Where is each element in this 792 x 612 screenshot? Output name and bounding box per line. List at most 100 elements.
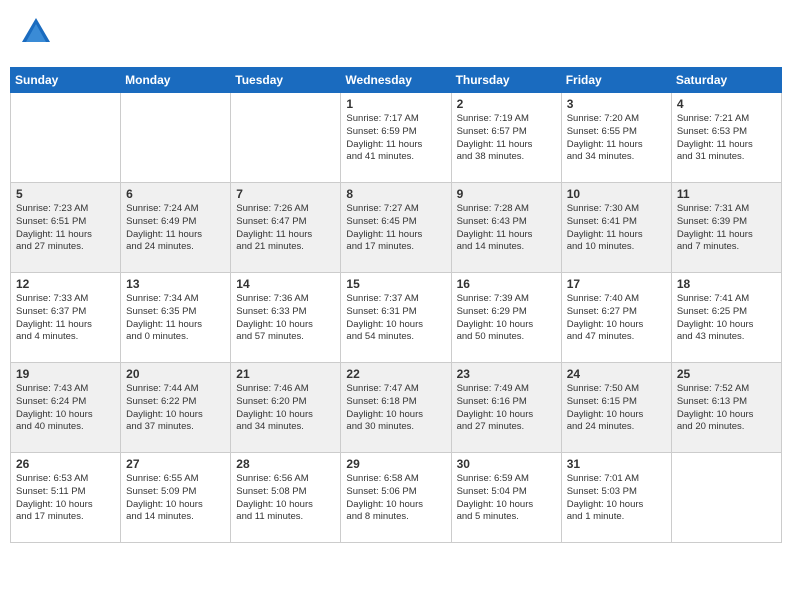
day-number: 7 <box>236 187 335 201</box>
page: SundayMondayTuesdayWednesdayThursdayFrid… <box>0 0 792 553</box>
calendar-cell: 31Sunrise: 7:01 AM Sunset: 5:03 PM Dayli… <box>561 453 671 543</box>
calendar-cell: 28 Sunrise: 6:56 AM Sunset: 5:08 PM Dayli… <box>231 453 341 543</box>
week-row-5: 26 Sunrise: 6:53 AM Sunset: 5:11 PM Dayli… <box>11 453 782 543</box>
day-info: Sunrise: 7:17 AM Sunset: 6:59 PM Dayligh… <box>346 113 445 164</box>
day-number: 27 <box>126 457 225 471</box>
calendar-cell: 2 Sunrise: 7:19 AM Sunset: 6:57 PM Daylig… <box>451 93 561 183</box>
calendar: SundayMondayTuesdayWednesdayThursdayFrid… <box>10 67 782 543</box>
day-number: 4 <box>677 97 776 111</box>
day-number: 1 <box>346 97 445 111</box>
day-number: 5 <box>16 187 115 201</box>
calendar-cell: 30 Sunrise: 6:59 AM Sunset: 5:04 PM Dayli… <box>451 453 561 543</box>
calendar-cell: 1 Sunrise: 7:17 AM Sunset: 6:59 PM Daylig… <box>341 93 451 183</box>
day-number: 23 <box>457 367 556 381</box>
day-info: Sunrise: 7:44 AM Sunset: 6:22 PM Dayligh… <box>126 383 225 434</box>
calendar-cell: 12 Sunrise: 7:33 AM Sunset: 6:37 PM Dayli… <box>11 273 121 363</box>
weekday-header-row: SundayMondayTuesdayWednesdayThursdayFrid… <box>11 68 782 93</box>
day-info: Sunrise: 7:01 AM Sunset: 5:03 PM Dayligh… <box>567 473 666 524</box>
logo-image <box>18 14 54 55</box>
calendar-cell: 11Sunrise: 7:31 AM Sunset: 6:39 PM Dayli… <box>671 183 781 273</box>
day-number: 19 <box>16 367 115 381</box>
day-info: Sunrise: 7:23 AM Sunset: 6:51 PM Dayligh… <box>16 203 115 254</box>
week-row-1: 1 Sunrise: 7:17 AM Sunset: 6:59 PM Daylig… <box>11 93 782 183</box>
day-info: Sunrise: 7:33 AM Sunset: 6:37 PM Dayligh… <box>16 293 115 344</box>
day-info: Sunrise: 7:30 AM Sunset: 6:41 PM Dayligh… <box>567 203 666 254</box>
day-info: Sunrise: 7:28 AM Sunset: 6:43 PM Dayligh… <box>457 203 556 254</box>
calendar-cell: 13 Sunrise: 7:34 AM Sunset: 6:35 PM Dayli… <box>121 273 231 363</box>
day-info: Sunrise: 7:52 AM Sunset: 6:13 PM Dayligh… <box>677 383 776 434</box>
day-info: Sunrise: 7:36 AM Sunset: 6:33 PM Dayligh… <box>236 293 335 344</box>
calendar-cell: 10 Sunrise: 7:30 AM Sunset: 6:41 PM Dayli… <box>561 183 671 273</box>
calendar-cell: 23 Sunrise: 7:49 AM Sunset: 6:16 PM Dayli… <box>451 363 561 453</box>
day-info: Sunrise: 7:21 AM Sunset: 6:53 PM Dayligh… <box>677 113 776 164</box>
day-info: Sunrise: 7:20 AM Sunset: 6:55 PM Dayligh… <box>567 113 666 164</box>
day-number: 26 <box>16 457 115 471</box>
day-info: Sunrise: 6:59 AM Sunset: 5:04 PM Dayligh… <box>457 473 556 524</box>
day-number: 22 <box>346 367 445 381</box>
weekday-header-tuesday: Tuesday <box>231 68 341 93</box>
day-number: 12 <box>16 277 115 291</box>
day-number: 28 <box>236 457 335 471</box>
day-info: Sunrise: 7:41 AM Sunset: 6:25 PM Dayligh… <box>677 293 776 344</box>
day-info: Sunrise: 7:43 AM Sunset: 6:24 PM Dayligh… <box>16 383 115 434</box>
day-number: 24 <box>567 367 666 381</box>
week-row-3: 12 Sunrise: 7:33 AM Sunset: 6:37 PM Dayli… <box>11 273 782 363</box>
day-number: 13 <box>126 277 225 291</box>
day-info: Sunrise: 7:24 AM Sunset: 6:49 PM Dayligh… <box>126 203 225 254</box>
calendar-cell <box>671 453 781 543</box>
day-info: Sunrise: 7:39 AM Sunset: 6:29 PM Dayligh… <box>457 293 556 344</box>
day-number: 3 <box>567 97 666 111</box>
day-info: Sunrise: 7:34 AM Sunset: 6:35 PM Dayligh… <box>126 293 225 344</box>
day-number: 2 <box>457 97 556 111</box>
calendar-cell: 16 Sunrise: 7:39 AM Sunset: 6:29 PM Dayli… <box>451 273 561 363</box>
calendar-cell: 27 Sunrise: 6:55 AM Sunset: 5:09 PM Dayli… <box>121 453 231 543</box>
weekday-header-wednesday: Wednesday <box>341 68 451 93</box>
day-number: 15 <box>346 277 445 291</box>
header <box>10 10 782 59</box>
day-info: Sunrise: 7:37 AM Sunset: 6:31 PM Dayligh… <box>346 293 445 344</box>
calendar-body: 1 Sunrise: 7:17 AM Sunset: 6:59 PM Daylig… <box>11 93 782 543</box>
calendar-cell: 24Sunrise: 7:50 AM Sunset: 6:15 PM Dayli… <box>561 363 671 453</box>
day-number: 14 <box>236 277 335 291</box>
calendar-cell: 17Sunrise: 7:40 AM Sunset: 6:27 PM Dayli… <box>561 273 671 363</box>
day-number: 18 <box>677 277 776 291</box>
day-number: 10 <box>567 187 666 201</box>
day-info: Sunrise: 7:40 AM Sunset: 6:27 PM Dayligh… <box>567 293 666 344</box>
calendar-cell: 14 Sunrise: 7:36 AM Sunset: 6:33 PM Dayli… <box>231 273 341 363</box>
day-number: 21 <box>236 367 335 381</box>
calendar-cell: 15 Sunrise: 7:37 AM Sunset: 6:31 PM Dayli… <box>341 273 451 363</box>
week-row-4: 19 Sunrise: 7:43 AM Sunset: 6:24 PM Dayli… <box>11 363 782 453</box>
day-number: 6 <box>126 187 225 201</box>
calendar-cell: 21Sunrise: 7:46 AM Sunset: 6:20 PM Dayli… <box>231 363 341 453</box>
day-info: Sunrise: 7:47 AM Sunset: 6:18 PM Dayligh… <box>346 383 445 434</box>
calendar-cell: 20Sunrise: 7:44 AM Sunset: 6:22 PM Dayli… <box>121 363 231 453</box>
day-info: Sunrise: 7:49 AM Sunset: 6:16 PM Dayligh… <box>457 383 556 434</box>
calendar-cell: 25 Sunrise: 7:52 AM Sunset: 6:13 PM Dayli… <box>671 363 781 453</box>
calendar-cell: 4 Sunrise: 7:21 AM Sunset: 6:53 PM Daylig… <box>671 93 781 183</box>
weekday-header-friday: Friday <box>561 68 671 93</box>
day-number: 29 <box>346 457 445 471</box>
calendar-cell: 6 Sunrise: 7:24 AM Sunset: 6:49 PM Daylig… <box>121 183 231 273</box>
day-number: 16 <box>457 277 556 291</box>
day-info: Sunrise: 6:55 AM Sunset: 5:09 PM Dayligh… <box>126 473 225 524</box>
day-number: 30 <box>457 457 556 471</box>
calendar-cell: 18 Sunrise: 7:41 AM Sunset: 6:25 PM Dayli… <box>671 273 781 363</box>
calendar-cell: 7 Sunrise: 7:26 AM Sunset: 6:47 PM Daylig… <box>231 183 341 273</box>
week-row-2: 5 Sunrise: 7:23 AM Sunset: 6:51 PM Daylig… <box>11 183 782 273</box>
day-info: Sunrise: 6:53 AM Sunset: 5:11 PM Dayligh… <box>16 473 115 524</box>
day-number: 25 <box>677 367 776 381</box>
day-info: Sunrise: 6:58 AM Sunset: 5:06 PM Dayligh… <box>346 473 445 524</box>
day-info: Sunrise: 7:26 AM Sunset: 6:47 PM Dayligh… <box>236 203 335 254</box>
logo <box>18 14 54 55</box>
calendar-cell: 8Sunrise: 7:27 AM Sunset: 6:45 PM Daylig… <box>341 183 451 273</box>
calendar-cell <box>231 93 341 183</box>
calendar-cell: 26 Sunrise: 6:53 AM Sunset: 5:11 PM Dayli… <box>11 453 121 543</box>
day-info: Sunrise: 6:56 AM Sunset: 5:08 PM Dayligh… <box>236 473 335 524</box>
calendar-cell <box>11 93 121 183</box>
day-number: 9 <box>457 187 556 201</box>
calendar-cell: 3 Sunrise: 7:20 AM Sunset: 6:55 PM Daylig… <box>561 93 671 183</box>
day-info: Sunrise: 7:19 AM Sunset: 6:57 PM Dayligh… <box>457 113 556 164</box>
calendar-cell: 29 Sunrise: 6:58 AM Sunset: 5:06 PM Dayli… <box>341 453 451 543</box>
calendar-cell: 22 Sunrise: 7:47 AM Sunset: 6:18 PM Dayli… <box>341 363 451 453</box>
calendar-cell: 5 Sunrise: 7:23 AM Sunset: 6:51 PM Daylig… <box>11 183 121 273</box>
